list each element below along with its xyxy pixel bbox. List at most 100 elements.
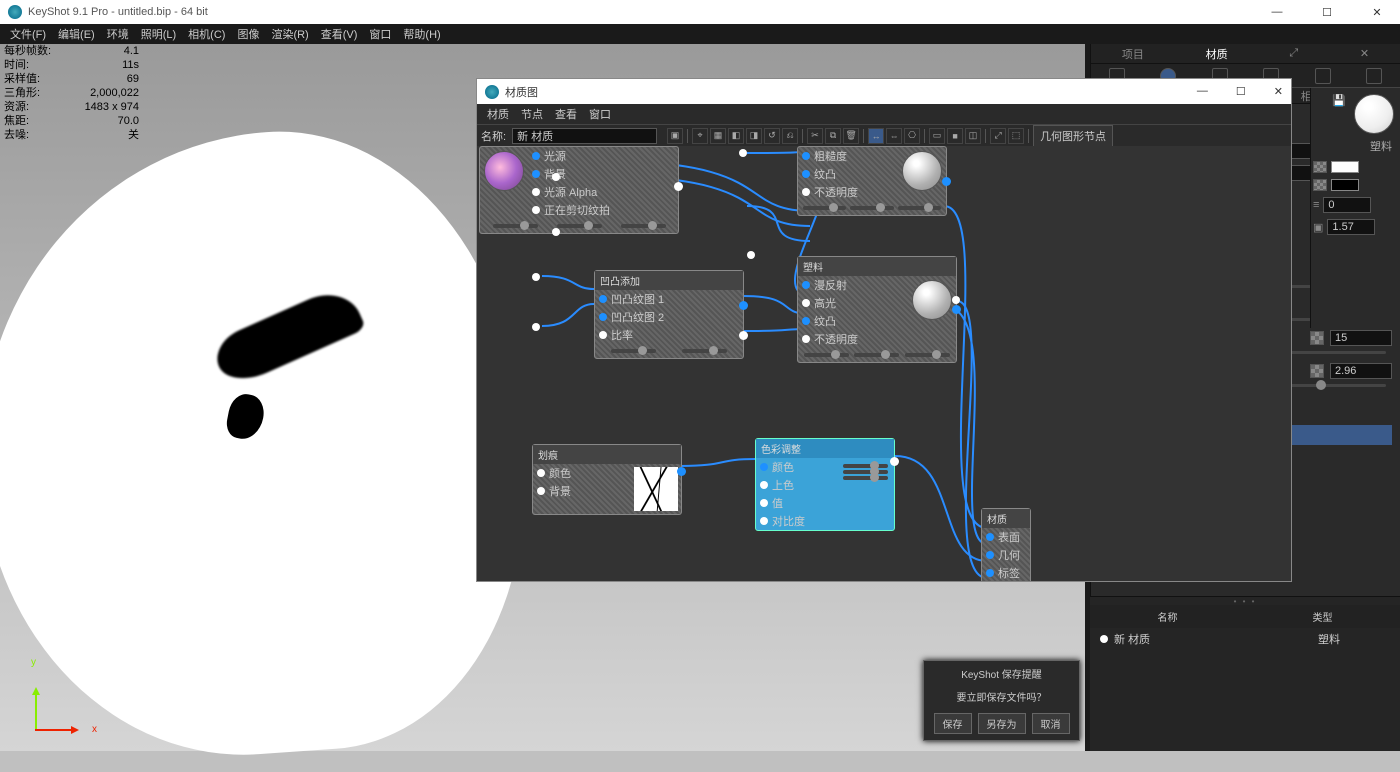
cancel-button[interactable]: 取消: [1032, 713, 1070, 734]
node-color-adjust[interactable]: 色彩调整 颜色 上色 值 对比度: [755, 438, 895, 531]
menu-camera[interactable]: 相机(C): [182, 26, 231, 42]
node-bump-add[interactable]: 凹凸添加 凹凸纹图 1 凹凸纹图 2 比率: [594, 270, 744, 359]
mg-tb-save-icon[interactable]: ▣: [667, 128, 683, 144]
menu-window[interactable]: 窗口: [363, 26, 397, 42]
node-plastic-b-preview: [912, 280, 952, 320]
mg-tb-layout1-icon[interactable]: ▭: [929, 128, 945, 144]
maximize-button[interactable]: ☐: [1312, 6, 1342, 19]
node-plastic-b[interactable]: 塑料 漫反射 高光 纹凸 不透明度: [797, 256, 957, 363]
save-icon[interactable]: 💾: [1332, 94, 1346, 134]
mg-tb-zoom-icon[interactable]: ◨: [746, 128, 762, 144]
mini-swatch-1[interactable]: [1331, 161, 1359, 173]
material-list-panel: • • • 名称 类型 新 材质 塑料: [1090, 596, 1400, 751]
mg-geometry-nodes-button[interactable]: 几何图形节点: [1033, 125, 1113, 147]
save-as-button[interactable]: 另存为: [978, 713, 1026, 734]
col-type[interactable]: 类型: [1245, 609, 1400, 624]
menu-view[interactable]: 查看(V): [315, 26, 364, 42]
material-graph-toolbar: 名称: ▣ ⌖ ▦ ◧ ◨ ↺ ⎌ ✂ ⧉ 🗑 ↔ ⇔ ⎔ ▭ ■ ◫ ⤢ ⬚: [477, 124, 1291, 146]
mg-tb-grid-icon[interactable]: ▦: [710, 128, 726, 144]
mg-tb-delete-icon[interactable]: 🗑: [843, 128, 859, 144]
mg-menu-material[interactable]: 材质: [481, 106, 515, 122]
mg-tb-redo-icon[interactable]: ⎌: [782, 128, 798, 144]
node-plastic-a[interactable]: 粗糙度 纹凸 不透明度: [797, 146, 947, 216]
window-titlebar: KeyShot 9.1 Pro - untitled.bip - 64 bit …: [0, 0, 1400, 24]
window-title: KeyShot 9.1 Pro - untitled.bip - 64 bit: [28, 6, 208, 18]
material-graph-menubar: 材质 节点 查看 窗口: [477, 104, 1291, 124]
mini-tex-2[interactable]: [1313, 179, 1327, 191]
menu-image[interactable]: 图像: [231, 26, 265, 42]
tab-project[interactable]: 项目: [1122, 46, 1144, 62]
main-menubar: 文件(F) 编辑(E) 环境 照明(L) 相机(C) 图像 渲染(R) 查看(V…: [0, 24, 1400, 44]
menu-file[interactable]: 文件(F): [4, 26, 52, 42]
mini-rough-icon: ≡: [1313, 199, 1319, 211]
node-plastic-b-title: 塑料: [798, 257, 956, 276]
node-bump-title: 凹凸添加: [595, 271, 743, 290]
mg-tb-copy-icon[interactable]: ⧉: [825, 128, 841, 144]
node-material-output[interactable]: 材质 表面 几何 标签 标签: [981, 508, 1031, 581]
mg-tb-frame-icon[interactable]: ⬚: [1008, 128, 1024, 144]
node-texture-source[interactable]: 光源 背景 光源 Alpha 正在剪切纹拍: [479, 146, 679, 234]
material-list-row[interactable]: 新 材质 塑料: [1090, 628, 1400, 650]
node-scratches-preview: [634, 467, 678, 511]
tab-material-top[interactable]: 材质: [1206, 46, 1228, 62]
mg-menu-node[interactable]: 节点: [515, 106, 549, 122]
mg-tb-target-icon[interactable]: ⌖: [692, 128, 708, 144]
node-color-adjust-title: 色彩调整: [756, 439, 894, 458]
node-scratches-title: 划痕: [533, 445, 681, 464]
mg-tb-fit-icon[interactable]: ◧: [728, 128, 744, 144]
mg-menu-window[interactable]: 窗口: [583, 106, 617, 122]
panel-close-icon[interactable]: ✕: [1360, 47, 1369, 60]
mg-maximize-button[interactable]: ☐: [1236, 85, 1246, 98]
panel-tab-image-icon[interactable]: [1366, 68, 1382, 84]
material-graph-canvas[interactable]: 光源 背景 光源 Alpha 正在剪切纹拍 凹凸添加 凹凸纹图 1 凹凸纹图 2…: [477, 146, 1291, 581]
mg-name-label: 名称:: [481, 128, 510, 144]
mini-roughness-input[interactable]: [1323, 197, 1371, 213]
pin-icon[interactable]: ⤢: [1289, 47, 1298, 60]
mg-tb-mode2-icon[interactable]: ⇔: [886, 128, 902, 144]
mg-tb-mode1-icon[interactable]: ↔: [868, 128, 884, 144]
minimize-button[interactable]: —: [1262, 6, 1292, 19]
close-button[interactable]: ✕: [1362, 6, 1392, 19]
axis-gizmo[interactable]: y x: [25, 671, 85, 731]
mini-ior-input[interactable]: [1327, 219, 1375, 235]
mg-tb-layout3-icon[interactable]: ◫: [965, 128, 981, 144]
mg-name-input[interactable]: [512, 128, 657, 144]
mini-tex-1[interactable]: [1313, 161, 1327, 173]
col-name[interactable]: 名称: [1090, 609, 1245, 624]
mg-minimize-button[interactable]: —: [1197, 85, 1208, 98]
axis-x-label: x: [92, 724, 97, 735]
mini-swatch-2[interactable]: [1331, 179, 1359, 191]
prop-contrast-input[interactable]: [1330, 363, 1392, 379]
save-button[interactable]: 保存: [934, 713, 972, 734]
node-texture-preview: [484, 151, 524, 191]
menu-edit[interactable]: 编辑(E): [52, 26, 101, 42]
material-graph-app-icon: [485, 85, 499, 99]
material-graph-titlebar[interactable]: 材质图 — ☐ ✕: [477, 79, 1291, 104]
prop-value-link-icon[interactable]: [1310, 331, 1324, 345]
material-dot-icon: [1100, 635, 1108, 643]
node-plastic-a-preview: [902, 151, 942, 191]
mg-tb-mode3-icon[interactable]: ⎔: [904, 128, 920, 144]
material-list-grip[interactable]: • • •: [1090, 597, 1400, 605]
menu-lighting[interactable]: 照明(L): [135, 26, 182, 42]
material-row-type: 塑料: [1318, 631, 1340, 647]
mg-close-button[interactable]: ✕: [1274, 85, 1283, 98]
menu-environment[interactable]: 环境: [101, 26, 135, 42]
save-dialog-message: 要立即保存文件吗？: [924, 686, 1079, 707]
mg-menu-view[interactable]: 查看: [549, 106, 583, 122]
axis-y-label: y: [31, 657, 36, 668]
menu-help[interactable]: 帮助(H): [397, 26, 446, 42]
mg-tb-expand-icon[interactable]: ⤢: [990, 128, 1006, 144]
prop-contrast-link-icon[interactable]: [1310, 364, 1324, 378]
save-reminder-dialog: KeyShot 保存提醒 要立即保存文件吗？ 保存 另存为 取消: [923, 660, 1080, 741]
mg-tb-layout2-icon[interactable]: ■: [947, 128, 963, 144]
mg-tb-undo-icon[interactable]: ↺: [764, 128, 780, 144]
mg-tb-cut-icon[interactable]: ✂: [807, 128, 823, 144]
panel-top-tabs: 项目 材质 ⤢ ✕: [1091, 44, 1400, 64]
menu-render[interactable]: 渲染(R): [265, 26, 314, 42]
material-preview-sphere[interactable]: [1354, 94, 1394, 134]
node-scratches[interactable]: 划痕 颜色 背景: [532, 444, 682, 515]
prop-value-input[interactable]: [1330, 330, 1392, 346]
panel-tab-camera-icon[interactable]: [1315, 68, 1331, 84]
material-type-label: 塑料: [1311, 134, 1400, 158]
